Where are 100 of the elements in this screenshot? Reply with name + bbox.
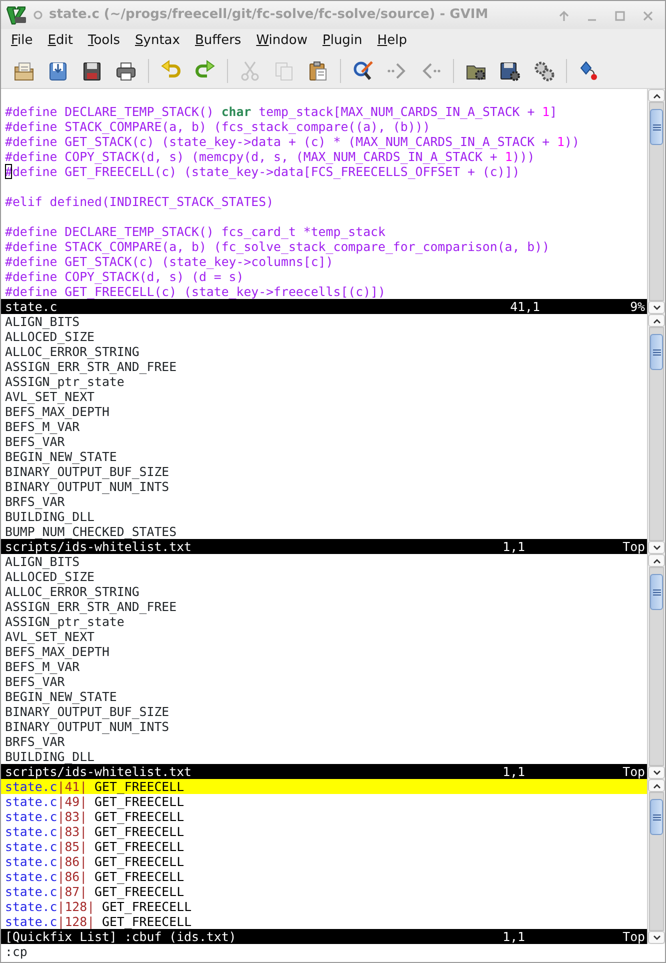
text-line: BUMP_NUM_CHECKED_STATES <box>4 524 178 539</box>
floppy-icon[interactable] <box>81 60 103 82</box>
cursor-position: 41,1 <box>510 299 541 314</box>
caret-down-icon <box>652 304 660 310</box>
text-line: ALIGN_BITS <box>4 314 81 329</box>
scroll-up-button[interactable] <box>648 779 665 792</box>
text-line: BEFS_MAX_DEPTH <box>4 404 110 419</box>
caret-up-icon <box>652 558 660 564</box>
text-line: BRFS_VAR <box>4 494 66 509</box>
text-line: BEFS_MAX_DEPTH <box>4 644 110 659</box>
caret-up-icon <box>652 92 660 98</box>
grip-icon <box>652 814 660 820</box>
printer-icon[interactable] <box>115 60 137 82</box>
quickfix-entry[interactable]: state.c|83| GET_FREECELL <box>1 824 647 839</box>
scroll-down-button[interactable] <box>648 301 665 314</box>
quickfix-entry[interactable]: state.c|83| GET_FREECELL <box>1 809 647 824</box>
text-line: AVL_SET_NEXT <box>4 629 96 644</box>
text-line: BINARY_OUTPUT_BUF_SIZE <box>4 464 170 479</box>
scroll-up-button[interactable] <box>648 554 665 567</box>
cursor-position: 1,1 <box>502 539 526 554</box>
scroll-position: Top <box>622 764 646 779</box>
scroll-down-button[interactable] <box>648 541 665 554</box>
text-line: BINARY_OUTPUT_BUF_SIZE <box>4 704 170 719</box>
file-name: scripts/ids-whitelist.txt <box>5 764 192 779</box>
caret-down-icon <box>652 770 660 776</box>
quickfix-entry[interactable]: state.c|41| GET_FREECELL <box>1 779 647 794</box>
menu-item[interactable]: Syntax <box>127 31 187 51</box>
scroll-up-button[interactable] <box>648 89 665 102</box>
quickfix-entry[interactable]: state.c|128| GET_FREECELL <box>1 914 647 929</box>
text-line: BRFS_VAR <box>4 734 66 749</box>
file-name: scripts/ids-whitelist.txt <box>5 539 192 554</box>
search-icon[interactable] <box>352 60 374 82</box>
scrollbar-thumb[interactable] <box>650 574 663 610</box>
code-line: #define DECLARE_TEMP_STACK() fcs_card_t *temp_stack <box>4 224 386 239</box>
menu-item[interactable]: Tools <box>80 31 127 51</box>
clipboard-icon[interactable] <box>307 60 329 82</box>
text-line: ASSIGN_ERR_STR_AND_FREE <box>4 599 178 614</box>
caret-down-icon <box>652 934 660 940</box>
text-line: BEGIN_NEW_STATE <box>4 689 118 704</box>
text-line: BINARY_OUTPUT_NUM_INTS <box>4 719 170 734</box>
download-icon[interactable] <box>47 60 69 82</box>
code-line: #define GET_STACK(c) (state_key->data + (c) * (MAX_NUM_CARDS_IN_A_STACK + 1)) <box>4 134 580 149</box>
text-line: BEFS_M_VAR <box>4 419 81 434</box>
quickfix-entry[interactable]: state.c|87| GET_FREECELL <box>1 884 647 899</box>
text-line: BEFS_VAR <box>4 674 66 689</box>
code-line: #define GET_STACK(c) (state_key->columns[c]) <box>4 254 334 269</box>
window-title: state.c (~/progs/freecell/git/fc-solve/fc-solve/source) - GVIM <box>49 6 490 24</box>
text-line: AVL_SET_NEXT <box>4 389 96 404</box>
menu-item[interactable]: Plugin <box>314 31 370 51</box>
code-line: #define STACK_COMPARE(a, b) (fcs_stack_compare((a), (b))) <box>4 119 432 134</box>
menu-item[interactable]: File <box>3 31 40 51</box>
caret-up-icon <box>652 318 660 324</box>
menu-item[interactable]: Help <box>369 31 414 51</box>
text-line: ALLOC_ERROR_STRING <box>4 584 140 599</box>
caret-up-icon <box>652 782 660 788</box>
scroll-down-button[interactable] <box>648 931 665 944</box>
vim-logo-icon <box>5 4 27 26</box>
cursor-position: 1,1 <box>502 764 526 779</box>
quickfix-entry[interactable]: state.c|85| GET_FREECELL <box>1 839 647 854</box>
diamond-icon[interactable] <box>578 60 600 82</box>
file-name: [Quickfix List] :cbuf (ids.txt) <box>5 929 238 944</box>
text-line: BEFS_VAR <box>4 434 66 449</box>
grip-icon <box>652 348 660 356</box>
text-line: BUILDING_DLL <box>4 509 96 524</box>
menu-item[interactable]: Window <box>248 31 314 51</box>
text-line: BEFS_M_VAR <box>4 659 81 674</box>
quickfix-entry[interactable]: state.c|86| GET_FREECELL <box>1 869 647 884</box>
scroll-position: 9% <box>630 299 646 314</box>
text-line: ALLOCED_SIZE <box>4 329 96 344</box>
text-line: ASSIGN_ptr_state <box>4 374 126 389</box>
scrollbar-thumb[interactable] <box>650 334 663 370</box>
document-folder-icon[interactable] <box>13 60 35 82</box>
code-line: #define COPY_STACK(d, s) (d = s) <box>4 269 245 284</box>
quickfix-entry[interactable]: state.c|49| GET_FREECELL <box>1 794 647 809</box>
code-line: #define GET_FREECELL(c) (state_key->freecells[(c)]) <box>4 284 386 299</box>
menu-item[interactable]: Buffers <box>186 31 248 51</box>
text-line: BEGIN_NEW_STATE <box>4 449 118 464</box>
text-line: ALLOCED_SIZE <box>4 569 96 584</box>
code-line: #define STACK_COMPARE(a, b) (fc_solve_stack_compare_for_comparison(a, b)) <box>4 239 551 254</box>
code-line: #define DECLARE_TEMP_STACK() char temp_stack[MAX_NUM_CARDS_IN_A_STACK + 1] <box>4 104 558 119</box>
text-line: ALIGN_BITS <box>4 554 81 569</box>
scrollbar-thumb[interactable] <box>650 799 663 835</box>
grip-icon <box>652 588 660 596</box>
quickfix-entry[interactable]: state.c|128| GET_FREECELL <box>1 899 647 914</box>
quickfix-entry[interactable]: state.c|86| GET_FREECELL <box>1 854 647 869</box>
gears-icon[interactable] <box>533 60 555 82</box>
scroll-down-button[interactable] <box>648 766 665 779</box>
cursor-position: 1,1 <box>502 929 526 944</box>
code-line: #define COPY_STACK(d, s) (memcpy(d, s, (MAX_NUM_CARDS_IN_A_STACK + 1))) <box>4 149 536 164</box>
scrollbar-thumb[interactable] <box>650 109 663 145</box>
command-line: :cp <box>4 944 28 961</box>
file-name: state.c <box>5 299 58 314</box>
text-line: ASSIGN_ERR_STR_AND_FREE <box>4 359 178 374</box>
scroll-position: Top <box>622 929 646 944</box>
code-line: #elif defined(INDIRECT_STACK_STATES) <box>4 194 275 209</box>
menu-item[interactable]: Edit <box>40 31 80 51</box>
scroll-position: Top <box>622 539 646 554</box>
floppy-gear-icon[interactable] <box>499 60 521 82</box>
scroll-up-button[interactable] <box>648 314 665 327</box>
text-line: ASSIGN_ptr_state <box>4 614 126 629</box>
